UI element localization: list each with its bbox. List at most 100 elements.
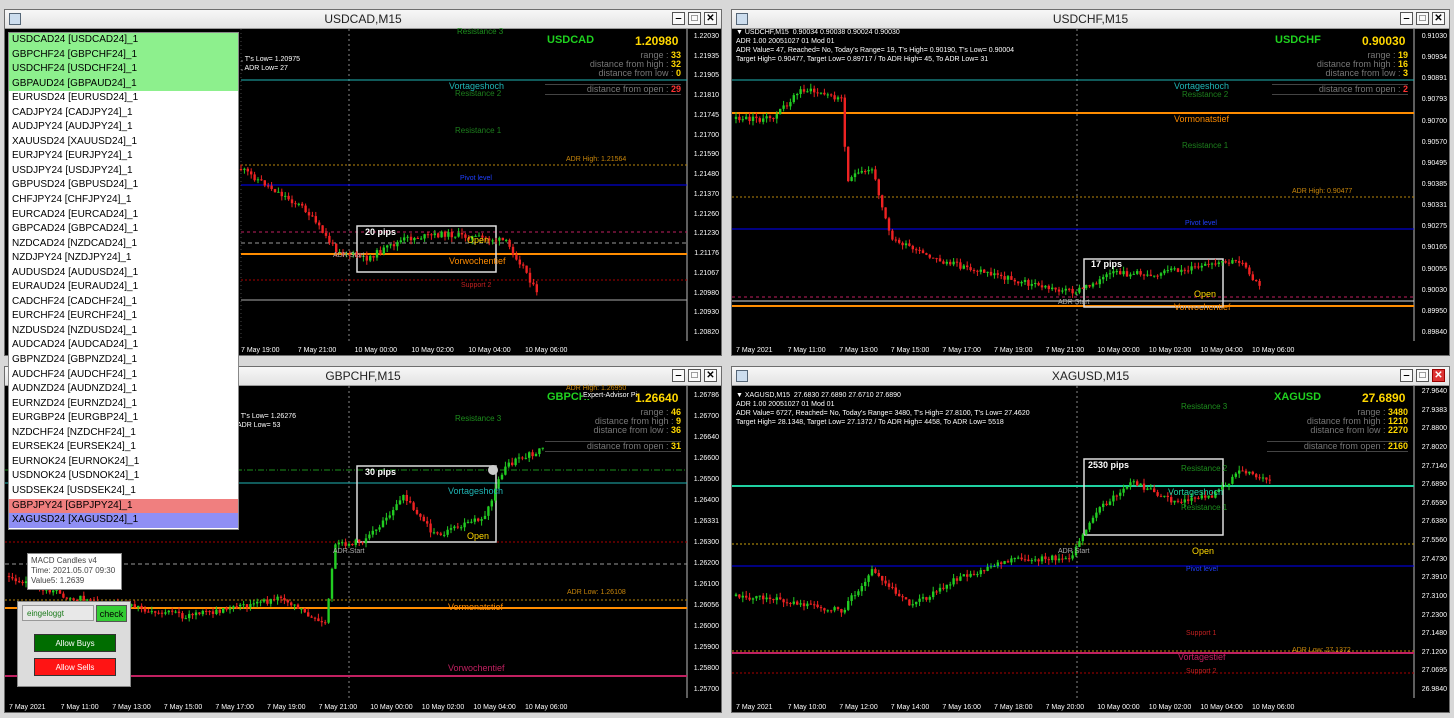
symbol-list-item[interactable]: USDCHF24 [USDCHF24]_1: [9, 62, 238, 77]
price-tick: 1.21230: [693, 230, 719, 238]
symbol-list-item[interactable]: GBPJPY24 [GBPJPY24]_1: [9, 498, 238, 514]
minimize-button[interactable]: ‒: [1400, 12, 1413, 25]
symbol-list-item[interactable]: USDSEK24 [USDSEK24]_1: [9, 483, 238, 499]
vorwochentief-label: Vorwochentief: [448, 663, 505, 673]
candle-body: [1159, 495, 1163, 497]
time-tick: 7 May 15:00: [163, 704, 203, 711]
titlebar-xagusd[interactable]: XAGUSD,M15 ‒ □ ✕: [732, 367, 1449, 386]
candle-body: [911, 245, 914, 250]
candle-body: [273, 599, 276, 601]
candle-body: [487, 506, 490, 516]
candle-body: [449, 528, 453, 530]
symbol-list-item[interactable]: XAUUSD24 [XAUUSD24]_1: [9, 134, 238, 150]
symbol-list-item[interactable]: GBPCAD24 [GBPCAD24]_1: [9, 222, 238, 237]
maximize-button[interactable]: □: [1416, 12, 1429, 25]
candle-body: [755, 596, 758, 599]
candle-body: [986, 271, 989, 273]
symbol-list-item[interactable]: CADJPY24 [CADJPY24]_1: [9, 105, 238, 121]
symbol-list-item[interactable]: EURAUD24 [EURAUD24]_1: [9, 280, 238, 295]
candle-body: [286, 600, 289, 603]
symbol-list-item[interactable]: GBPCHF24 [GBPCHF24]_1: [9, 47, 238, 63]
candle-body: [283, 597, 286, 601]
titlebar-usdcad[interactable]: USDCAD,M15 ‒ □ ✕: [5, 10, 721, 29]
symbol-list-item[interactable]: EURSEK24 [EURSEK24]_1: [9, 440, 238, 455]
candle-body: [884, 207, 887, 219]
maximize-button[interactable]: □: [688, 369, 701, 382]
symbol-list-item[interactable]: CHFJPY24 [CHFJPY24]_1: [9, 193, 238, 208]
close-button[interactable]: ✕: [704, 12, 717, 25]
candle-body: [522, 264, 525, 266]
maximize-button[interactable]: □: [688, 12, 701, 25]
open-label: Open: [467, 531, 490, 541]
minimize-button[interactable]: ‒: [672, 12, 685, 25]
symbol-list-item[interactable]: EURUSD24 [EURUSD24]_1: [9, 91, 238, 106]
symbol-list-item[interactable]: NZDCAD24 [NZDCAD24]_1: [9, 236, 238, 252]
price-tick: 0.90030: [1421, 286, 1447, 294]
candle-body: [440, 231, 443, 238]
from-open-value: 31: [670, 441, 681, 451]
close-button[interactable]: ✕: [704, 369, 717, 382]
candle-body: [500, 474, 504, 480]
minimize-button[interactable]: ‒: [672, 369, 685, 382]
check-button[interactable]: check: [96, 605, 127, 622]
maximize-button[interactable]: □: [1416, 369, 1429, 382]
symbol-list-item[interactable]: USDJPY24 [USDJPY24]_1: [9, 163, 238, 179]
symbol-list-item[interactable]: GBPNZD24 [GBPNZD24]_1: [9, 353, 238, 368]
candle-body: [1119, 492, 1122, 496]
candle-body: [392, 244, 396, 247]
symbol-list-item[interactable]: AUDNZD24 [AUDNZD24]_1: [9, 382, 238, 397]
candle-body: [1068, 288, 1071, 290]
candle-body: [901, 242, 904, 246]
candle-body: [504, 466, 507, 475]
candle-body: [232, 606, 235, 609]
symbol-list-item[interactable]: USDNOK24 [USDNOK24]_1: [9, 469, 238, 484]
candle-body: [528, 272, 532, 283]
symbol-list-item[interactable]: GBPAUD24 [GBPAUD24]_1: [9, 76, 238, 92]
candle-body: [989, 271, 993, 276]
symbol-list-item[interactable]: XAGUSD24 [XAGUSD24]_1: [9, 513, 238, 528]
allow-buys-button[interactable]: Allow Buys: [34, 634, 116, 652]
minimize-button[interactable]: ‒: [1400, 369, 1413, 382]
resistance3-label: Resistance 3: [457, 27, 504, 36]
candle-body: [779, 597, 782, 600]
candle-body: [521, 457, 524, 459]
symbol-list-item[interactable]: EURNOK24 [EURNOK24]_1: [9, 454, 238, 470]
candle-body: [1268, 479, 1271, 481]
symbol-list-item[interactable]: USDCAD24 [USDCAD24]_1: [9, 33, 238, 48]
symbol-list-item[interactable]: NZDUSD24 [NZDUSD24]_1: [9, 323, 238, 339]
symbol-list-item[interactable]: EURNZD24 [EURNZD24]_1: [9, 396, 238, 412]
allow-sells-button[interactable]: Allow Sells: [34, 658, 116, 676]
symbol-list-item[interactable]: AUDCAD24 [AUDCAD24]_1: [9, 338, 238, 354]
price-tick: 1.21745: [693, 111, 719, 119]
chart-xagusd[interactable]: ▼ XAGUSD,M15 27.6830 27.6890 27.6710 27.…: [732, 386, 1449, 712]
candle-body: [1231, 476, 1234, 484]
symbol-list-item[interactable]: EURCHF24 [EURCHF24]_1: [9, 309, 238, 324]
candle-body: [328, 235, 331, 243]
candle-body: [396, 242, 399, 247]
candle-body: [1064, 288, 1067, 291]
candle-body: [826, 94, 829, 96]
candle-body: [413, 237, 416, 241]
symbol-list-item[interactable]: EURJPY24 [EURJPY24]_1: [9, 149, 238, 164]
symbol-list-item[interactable]: AUDCHF24 [AUDCHF24]_1: [9, 367, 238, 383]
symbol-list-item[interactable]: EURCAD24 [EURCAD24]_1: [9, 207, 238, 223]
symbol-list-item[interactable]: GBPUSD24 [GBPUSD24]_1: [9, 178, 238, 194]
symbol-list-item[interactable]: AUDUSD24 [AUDUSD24]_1: [9, 265, 238, 281]
titlebar-usdchf[interactable]: USDCHF,M15 ‒ □ ✕: [732, 10, 1449, 29]
symbol-list-item[interactable]: AUDJPY24 [AUDJPY24]_1: [9, 120, 238, 135]
chart-usdchf[interactable]: ▼ USDCHF,M15 0.90034 0.90038 0.90024 0.9…: [732, 29, 1449, 355]
candle-body: [813, 604, 816, 606]
time-tick: 10 May 04:00: [468, 347, 511, 354]
symbol-list-item[interactable]: EURGBP24 [EURGBP24]_1: [9, 411, 238, 426]
symbol-list-item[interactable]: CADCHF24 [CADCHF24]_1: [9, 294, 238, 310]
candle-body: [457, 232, 460, 237]
time-tick: 10 May 02:00: [411, 347, 454, 354]
close-button[interactable]: ✕: [1432, 12, 1445, 25]
time-tick: 7 May 21:00: [318, 704, 358, 711]
stats-panel: range : 46 distance from high : 9 distan…: [545, 408, 681, 452]
symbol-list[interactable]: USDCAD24 [USDCAD24]_1 GBPCHF24 [GBPCHF24]…: [8, 32, 239, 530]
symbol-list-item[interactable]: NZDJPY24 [NZDJPY24]_1: [9, 251, 238, 266]
candle-body: [1146, 274, 1149, 276]
symbol-list-item[interactable]: NZDCHF24 [NZDCHF24]_1: [9, 425, 238, 441]
close-button[interactable]: ✕: [1432, 369, 1445, 382]
